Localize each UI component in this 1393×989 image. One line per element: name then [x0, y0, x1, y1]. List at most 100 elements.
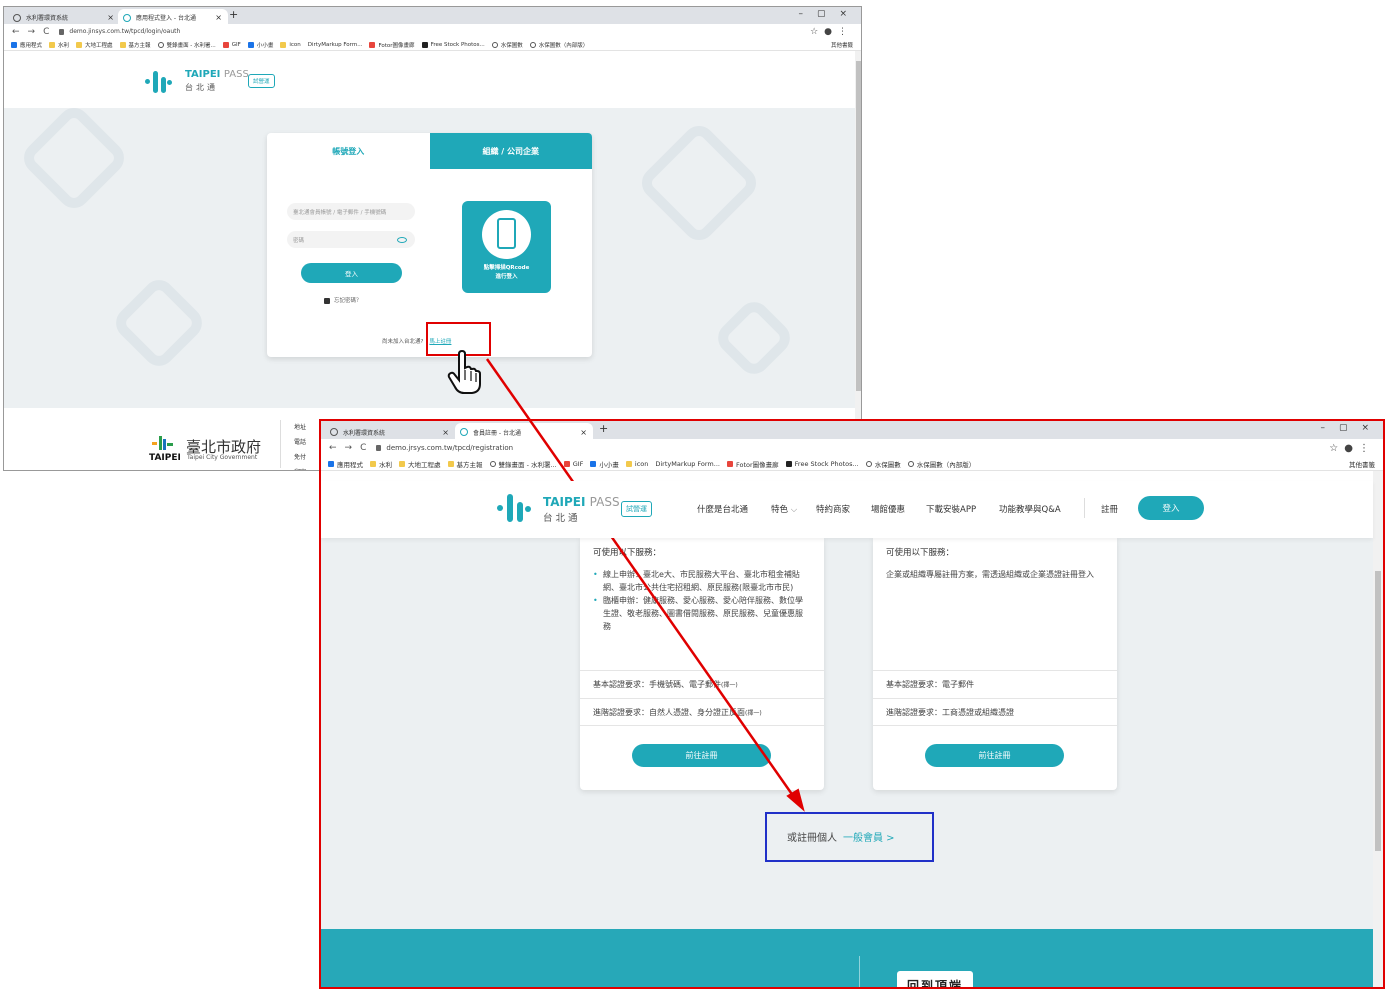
login-browser-window: 水利署環資系統 × 應用程式登入 - 台北通 × + –▢× ← → C dem…: [3, 6, 862, 471]
back-icon[interactable]: ←: [12, 27, 20, 37]
bookmark-item[interactable]: Fotor圖像畫廊: [726, 459, 779, 469]
account-input[interactable]: 臺北通會員帳號 / 電子郵件 / 手機號碼: [287, 203, 415, 220]
folder-icon: [370, 460, 376, 467]
site-header: TAIPEI PASS 台北通 試營運 什麼是台北通 特色 ⌵ 特約商家 場館優…: [321, 481, 1373, 538]
bookmark-item[interactable]: 應用程式: [328, 459, 363, 469]
other-bookmarks[interactable]: 其他書籤: [1349, 459, 1375, 469]
nav-tutorial-qa[interactable]: 功能教學與Q&A: [999, 503, 1061, 515]
reload-icon[interactable]: C: [360, 443, 366, 453]
qr-login-button[interactable]: 點擊掃描QRcode 進行登入: [462, 201, 551, 293]
scrollbar[interactable]: [1373, 471, 1383, 987]
bookmark-item[interactable]: 水保圖數（內部版）: [529, 41, 588, 49]
taipei-pass-tab-icon: [123, 13, 131, 22]
nav-merchants[interactable]: 特約商家: [816, 503, 850, 515]
scrollbar-thumb[interactable]: [856, 61, 861, 391]
bookmark-item[interactable]: 雙錄畫面 - 水利署...: [157, 41, 216, 49]
nav-what-is[interactable]: 什麼是台北通: [697, 503, 748, 515]
trial-badge: 試營運: [248, 74, 275, 88]
gov-name-en: Taipei City Government: [187, 454, 258, 461]
bookmarks-bar: 應用程式 水利 大地工程處 基方主報 雙錄畫面 - 水利署... GIF 小小畫…: [4, 39, 861, 51]
login-button[interactable]: 登入: [1138, 496, 1204, 520]
general-member-highlight: [765, 812, 934, 862]
window-controls[interactable]: –▢×: [1320, 423, 1383, 433]
login-button[interactable]: 登入: [301, 263, 402, 283]
tab-org-login[interactable]: 組織 / 公司企業: [429, 133, 592, 169]
eye-icon[interactable]: [397, 236, 407, 243]
close-tab-icon[interactable]: ×: [580, 428, 587, 437]
globe-icon: [865, 460, 872, 467]
bookmark-item[interactable]: 大地工程處: [76, 41, 113, 49]
qr-phone-icon: [482, 210, 531, 259]
reload-icon[interactable]: C: [43, 27, 49, 37]
logo-text-en: TAIPEI PASS: [543, 495, 620, 509]
bookmark-item[interactable]: 雙錄畫面 - 水利署...: [489, 459, 557, 469]
forward-icon[interactable]: →: [345, 443, 353, 453]
bookmark-item[interactable]: icon: [280, 41, 301, 48]
taipei-pass-logo-icon[interactable]: [497, 492, 535, 524]
bookmark-item[interactable]: icon: [625, 460, 648, 468]
close-tab-icon[interactable]: ×: [442, 428, 449, 437]
new-tab-icon[interactable]: +: [229, 8, 238, 21]
window-controls[interactable]: –▢×: [798, 9, 861, 19]
globe-icon: [489, 460, 496, 467]
star-profile-menu-icons[interactable]: ☆●⋮: [810, 27, 853, 37]
registration-page-body: 可使用以下服務： 線上申辦：臺北e大、市民服務大平台、臺北市租金補貼網、臺北市公…: [321, 538, 1373, 987]
bookmark-item[interactable]: GIF: [563, 460, 583, 468]
bookmark-item[interactable]: 水利: [49, 41, 69, 49]
address-bar: ← → C demo.jrsys.com.tw/tpcd/registratio…: [321, 439, 1383, 457]
bookmark-item[interactable]: Fotor圖像畫廊: [369, 41, 415, 49]
bookmark-item[interactable]: 水保圖數: [865, 459, 901, 469]
bookmark-item[interactable]: 基方主報: [447, 459, 483, 469]
nav-features[interactable]: 特色 ⌵: [771, 503, 797, 515]
bookmark-item[interactable]: 水利: [370, 459, 392, 469]
scrollbar-thumb[interactable]: [1375, 571, 1381, 851]
globe-icon: [907, 460, 914, 467]
bookmark-item[interactable]: 大地工程處: [399, 459, 441, 469]
close-tab-icon[interactable]: ×: [215, 13, 222, 22]
bookmark-item[interactable]: Free Stock Photos...: [421, 41, 485, 48]
scrollbar[interactable]: [855, 51, 861, 470]
advanced-auth-requirement: 進階認證要求：工商憑證或組織憑證: [873, 698, 1117, 726]
forgot-password-link[interactable]: 忘記密碼？: [324, 296, 362, 304]
other-bookmarks[interactable]: 其他書籤: [831, 41, 853, 49]
background-decoration: [109, 273, 209, 373]
folder-icon: [119, 41, 126, 48]
new-tab-icon[interactable]: +: [599, 422, 608, 435]
star-profile-menu-icons[interactable]: ☆●⋮: [1329, 443, 1375, 454]
folder-icon: [447, 460, 454, 467]
close-tab-icon[interactable]: ×: [107, 13, 114, 22]
lock-icon: [376, 445, 382, 451]
apps-icon: [11, 41, 17, 48]
footer-band: [321, 929, 1373, 987]
folder-icon: [280, 41, 287, 48]
back-to-top-button[interactable]: 回到頂端: [897, 971, 973, 987]
bookmark-item[interactable]: 基方主報: [119, 41, 151, 49]
apps-icon: [328, 460, 334, 467]
nav-venue-offers[interactable]: 場館優惠: [871, 503, 905, 515]
org-register-button[interactable]: 前往註冊: [925, 744, 1064, 767]
taipei-pass-logo-icon[interactable]: [145, 69, 175, 95]
fotor-icon: [369, 41, 376, 48]
forward-icon[interactable]: →: [28, 27, 36, 37]
url-field[interactable]: demo.jinsys.com.tw/tpcd/login/oauth: [59, 28, 180, 35]
bookmark-item[interactable]: 水保圖數: [491, 41, 523, 49]
bookmark-item[interactable]: GIF: [222, 41, 241, 48]
nav-register[interactable]: 註冊: [1101, 503, 1118, 515]
password-input[interactable]: 密碼: [287, 231, 415, 248]
lock-icon: [59, 28, 65, 35]
basic-auth-requirement: 基本認證要求：手機號碼、電子郵件 (擇一): [580, 670, 824, 698]
bookmark-item[interactable]: 小小畫: [247, 41, 273, 49]
tab-account-login[interactable]: 帳號登入: [267, 133, 430, 169]
bookmark-item[interactable]: DirtyMarkup Form...: [655, 460, 720, 468]
bookmark-item[interactable]: 應用程式: [11, 41, 42, 49]
bookmark-item[interactable]: DirtyMarkup Form...: [308, 42, 363, 48]
personal-register-button[interactable]: 前往註冊: [632, 744, 771, 767]
nav-download-app[interactable]: 下載安裝APP: [926, 503, 976, 515]
back-icon[interactable]: ←: [329, 443, 337, 453]
folder-icon: [399, 460, 405, 467]
bookmark-item[interactable]: Free Stock Photos...: [785, 460, 859, 468]
bookmark-item[interactable]: 小小畫: [590, 459, 619, 469]
url-field[interactable]: demo.jrsys.com.tw/tpcd/registration: [376, 444, 513, 452]
bookmark-item[interactable]: 水保圖數（內部版）: [907, 459, 975, 469]
services-list: 線上申辦：臺北e大、市民服務大平台、臺北市租金補貼網、臺北市公共住宅招租網、原民…: [593, 568, 808, 633]
